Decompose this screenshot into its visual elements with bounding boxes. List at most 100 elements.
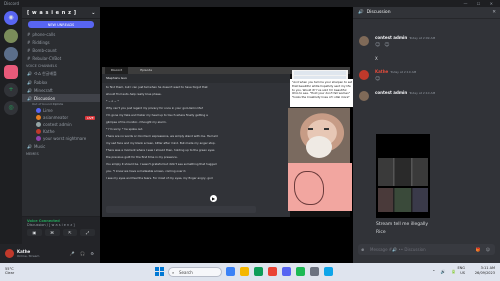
server-icon[interactable] xyxy=(4,47,18,61)
streamed-message: There are no words or minimum expression… xyxy=(106,133,218,138)
speaker-icon: 🔊 xyxy=(358,10,364,15)
add-server-icon[interactable]: + xyxy=(4,83,18,97)
explore-icon[interactable]: ◎ xyxy=(4,101,18,115)
window-controls[interactable]: — ☐ ✕ xyxy=(464,0,497,7)
file-explorer-icon[interactable] xyxy=(240,267,249,276)
video-attachment[interactable] xyxy=(376,134,430,218)
voice-channel-item[interactable]: 🔊 Music xyxy=(22,142,100,150)
app-icon[interactable] xyxy=(324,267,333,276)
discord-icon[interactable] xyxy=(282,267,291,276)
avatar[interactable] xyxy=(5,249,14,258)
system-tray[interactable]: ENG US 3:11 AM 26/09/2023 xyxy=(457,266,495,275)
memes-section-header[interactable]: MEMES xyxy=(22,150,100,157)
chat-title: Discussion xyxy=(366,10,391,15)
chevron-down-icon: ⌄ xyxy=(91,10,96,16)
camera-button[interactable]: ▣ xyxy=(27,229,42,236)
activity-button[interactable]: ⌘ xyxy=(44,229,60,236)
voice-user[interactable]: Lime xyxy=(22,107,100,114)
speaker-icon: 🔊 xyxy=(27,95,32,101)
streamed-message: There was a moment where I saw I should … xyxy=(106,147,215,152)
keyboard-lang: ENG xyxy=(457,266,465,270)
voice-user[interactable]: your worst nightmare xyxy=(22,135,100,142)
speaker-icon: 🔊 xyxy=(27,70,32,76)
avatar xyxy=(36,115,41,120)
plus-icon[interactable]: ⊕ xyxy=(361,244,364,255)
avatar xyxy=(36,122,41,127)
tray-icons[interactable]: ⌃ 🔊 🔋 xyxy=(432,269,458,274)
voice-user[interactable]: contest admin xyxy=(22,121,100,128)
clock-date: 26/09/2023 xyxy=(474,270,495,275)
voice-user[interactable]: Kathe xyxy=(22,128,100,135)
streamed-message: my sad face and my blank screen, bitter … xyxy=(106,140,216,145)
avatar[interactable] xyxy=(359,91,369,101)
voice-user[interactable]: asianmeator LIVE xyxy=(22,114,100,121)
message-time: Today at 2:09 AM xyxy=(409,36,436,40)
discord-home-icon[interactable]: ◉ xyxy=(4,11,18,25)
streamed-message: * I'm sorry. * he spoke out. xyxy=(106,126,144,131)
voice-channel-item-active[interactable]: 🔊 Discussion xyxy=(22,94,100,102)
message-time: Today at 2:10 AM xyxy=(390,70,417,74)
streamed-chat-header: Stephie's Gun xyxy=(102,74,290,83)
server-icon-active[interactable] xyxy=(4,65,18,79)
message-body: Rice xyxy=(376,230,386,235)
input-actions[interactable]: 🎁 ☺ xyxy=(476,244,492,255)
weather-widget[interactable]: 55°C Clear xyxy=(5,267,14,275)
play-icon[interactable]: ▶ xyxy=(210,195,217,202)
search-label: Search xyxy=(179,270,193,275)
channel-item[interactable]: # Rebular-CVBot xyxy=(22,54,100,62)
streamed-message: * ~ o ~ * xyxy=(106,98,119,103)
message-body: X xyxy=(375,56,378,61)
server-icon[interactable] xyxy=(4,29,18,43)
message-input[interactable]: ⊕ Message #🔊 •• Discussion 🎁 ☺ xyxy=(358,244,495,255)
keyboard-region: US xyxy=(460,270,465,275)
weather-desc: Clear xyxy=(5,271,15,275)
edge-icon[interactable] xyxy=(254,267,263,276)
voice-channel-item[interactable]: 🔊 ᐊᐧᐃ 한글배틀 xyxy=(22,69,100,78)
channel-sidebar: [ w a s i e n z ] ⌄ NEW UNREADS # phone-c… xyxy=(22,7,100,244)
message-author[interactable]: contest admin xyxy=(375,90,407,95)
streamed-face-image xyxy=(288,108,350,163)
windows-start-icon[interactable] xyxy=(155,267,165,277)
avatar[interactable] xyxy=(359,36,369,46)
server-header[interactable]: [ w a s i e n z ] ⌄ xyxy=(22,7,100,19)
close-icon[interactable]: ✕ xyxy=(492,7,496,18)
window-title: Discord xyxy=(4,1,20,6)
streamed-message: the previous guilt for the first time in… xyxy=(106,154,178,159)
streamed-popup-text: "And when you tell me your sharpen to se… xyxy=(290,79,355,107)
chat-message: contest admin Today at 2:10 AM xyxy=(353,88,500,101)
hash-icon: # xyxy=(27,31,31,37)
stream-tab: Episode xyxy=(140,68,153,72)
share-screen-button[interactable]: ⇱ xyxy=(62,229,78,236)
hash-icon: # xyxy=(27,55,31,61)
message-author[interactable]: contest admin xyxy=(375,35,407,40)
streamed-message: glimpse of his monitor..i thought my ala… xyxy=(106,119,167,124)
avatar xyxy=(36,108,41,113)
popout-button[interactable]: ⤢ xyxy=(80,229,95,236)
voice-channel-item[interactable]: 🔊 Roblox xyxy=(22,78,100,86)
voice-channel-item[interactable]: 🔊 Minecraft xyxy=(22,86,100,94)
channel-item[interactable]: # phone-calls xyxy=(22,30,100,38)
streamed-message: you. *I know we have a malleable screen,… xyxy=(106,168,187,173)
chrome-icon[interactable] xyxy=(268,267,277,276)
new-unreads-banner[interactable]: NEW UNREADS xyxy=(28,21,94,28)
taskbar-search[interactable]: ⌕ Search xyxy=(168,267,222,277)
channel-item[interactable]: # Riddings xyxy=(22,38,100,46)
channel-item[interactable]: # Bomb-count xyxy=(22,46,100,54)
chat-message: Kathe Today at 2:10 AM xyxy=(353,67,500,80)
chat-panel: 🔊 Discussion ✕ contest admin Today at 2:0… xyxy=(353,7,500,263)
live-badge: LIVE xyxy=(85,115,95,120)
server-list: ◉ + ◎ xyxy=(0,7,22,263)
user-controls[interactable]: 🎤 🎧 ⚙ xyxy=(70,251,96,256)
reaction-row: ☺ xyxy=(353,76,500,82)
emoji-icon[interactable]: ☺ xyxy=(375,76,380,82)
spotify-icon[interactable] xyxy=(296,267,305,276)
avatar[interactable] xyxy=(359,70,369,80)
taskview-icon[interactable] xyxy=(226,267,235,276)
voice-section-header[interactable]: VOICE CHANNELS xyxy=(22,62,100,69)
windows-taskbar: 55°C Clear ⌕ Search ⌃ 🔊 🔋 ENG US 3:11 AM… xyxy=(0,263,500,281)
search-icon: ⌕ xyxy=(172,270,175,275)
message-author[interactable]: Kathe xyxy=(375,69,388,74)
eye-shape xyxy=(324,128,329,130)
drawing-shape xyxy=(294,171,324,205)
app-icon[interactable] xyxy=(310,267,319,276)
